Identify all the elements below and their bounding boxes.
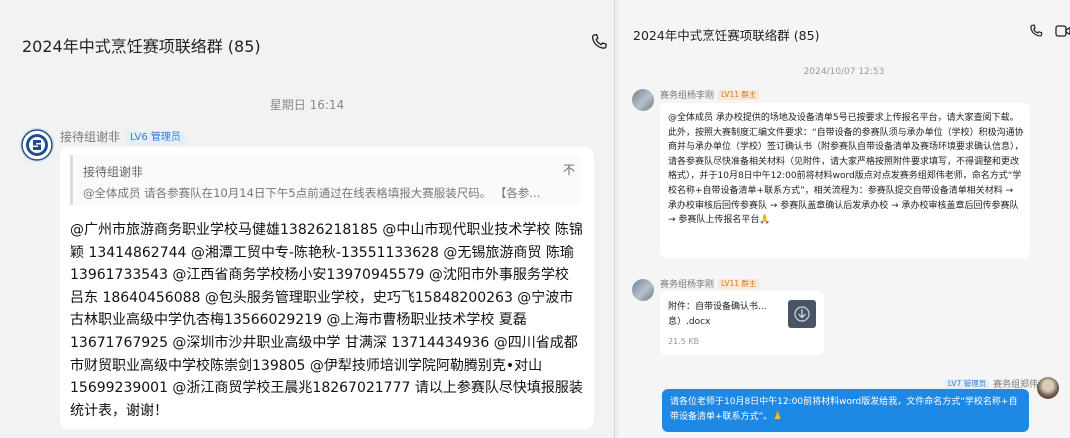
message-bubble[interactable]: 接待组谢非 不 @全体成员 请各参赛队在10月14日下午5点前通过在线表格填报大… [60,147,594,429]
message-body: 请各位老师于10月8日中午12:00前将材料word版发给我，文件命名方式“学校… [670,397,1018,422]
docx-file-icon [788,300,816,328]
phone-icon[interactable] [1028,23,1044,39]
owner-badge: LV11 群主 [718,279,760,289]
quoted-sender-name: 接待组谢非 [83,165,144,179]
file-name: 附件：自带设备确认书...息）.docx [668,302,767,327]
screenshot: 2024年中式烹饪赛项联络群 (85) 星期日 16:14 接待组谢非 LV6 管… [0,0,1070,438]
message-text: 请各位老师于10月8日中午12:00前将材料word版发给我，文件命名方式“学校… [670,395,1022,424]
quote-collapse-glyph: 不 [562,163,575,177]
school-logo-icon [21,129,53,161]
message-bubble[interactable]: @全体成员 承办校提供的场地及设备清单5号已按要求上传报名平台，请大家查阅下载。… [660,103,1030,258]
quoted-text: @全体成员 请各参赛队在10月14日下午5点前通过在线表格填报大赛服装尺码。 【… [83,186,541,200]
sender-line: 接待组谢非 LV6 管理员 [60,128,185,145]
sender-avatar[interactable] [1037,377,1059,399]
sender-name[interactable]: 赛务组杨李刚 [660,91,714,101]
message-body: @全体成员 承办校提供的场地及设备清单5号已按要求上传报名平台，请大家查阅下载。… [668,113,1024,226]
phone-icon[interactable] [589,32,609,52]
pray-emoji: 🙏 [759,215,771,226]
admin-badge: LV7 管理员 [945,379,990,389]
right-chat-window: 2024年中式烹饪赛项联络群 (85) 2024/10/07 12:53 赛务组… [618,0,1070,438]
left-chat-title: 2024年中式烹饪赛项联络群 (85) [22,37,261,56]
file-size: 21.5 KB [668,337,700,346]
message-timestamp: 2024/10/07 12:53 [803,67,885,77]
pray-emoji: 🙏 [772,411,784,422]
sender-name[interactable]: 接待组谢非 [60,130,120,144]
sender-name[interactable]: 赛务组杨李刚 [660,280,714,290]
right-chat-title: 2024年中式烹饪赛项联络群 (85) [633,28,820,43]
sender-line: 赛务组杨李刚 LV11 群主 [660,277,760,290]
owner-badge: LV11 群主 [718,90,760,100]
role-badge: LV6 管理员 [126,131,185,145]
message-timestamp: 星期日 16:14 [269,98,345,112]
sender-avatar[interactable] [632,89,654,111]
sender-avatar[interactable] [632,279,654,301]
left-chat-header: 2024年中式烹饪赛项联络群 (85) [0,0,614,78]
sender-avatar[interactable] [20,128,54,162]
sender-line: 赛务组杨李刚 LV11 群主 [660,88,760,101]
file-attachment-card[interactable]: 附件：自带设备确认书...息）.docx 21.5 KB [660,291,824,355]
quoted-message[interactable]: 接待组谢非 不 @全体成员 请各参赛队在10月14日下午5点前通过在线表格填报大… [70,155,581,205]
message-text: @全体成员 承办校提供的场地及设备清单5号已按要求上传报名平台，请大家查阅下载。… [668,111,1024,228]
message-text: @广州市旅游商务职业学校马健雄13826218185 @中山市现代职业技术学校 … [70,222,583,419]
video-call-icon[interactable] [1055,24,1070,38]
own-message-bubble[interactable]: 请各位老师于10月8日中午12:00前将材料word版发给我，文件命名方式“学校… [662,389,1029,432]
left-chat-window: 2024年中式烹饪赛项联络群 (85) 星期日 16:14 接待组谢非 LV6 管… [0,0,615,438]
